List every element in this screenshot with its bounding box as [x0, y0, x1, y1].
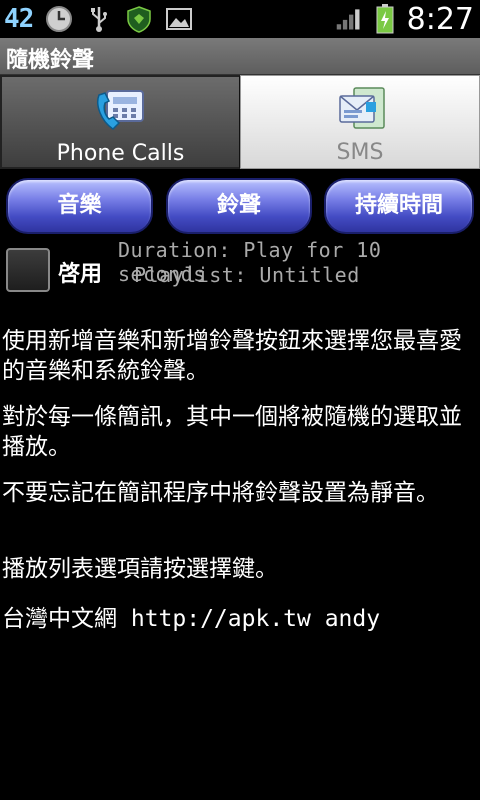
- playlist-info: Playlist: Untitled: [134, 263, 360, 287]
- tab-sms[interactable]: SMS: [240, 75, 480, 169]
- clock-icon: [45, 5, 73, 33]
- credit-text: 台灣中文網 http://apk.tw andy: [2, 606, 381, 632]
- instruction-paragraph: 播放列表選項請按選擇鍵。: [2, 556, 278, 582]
- instruction-paragraph: 使用新增音樂和新增鈴聲按鈕來選擇您最喜愛的音樂和系統鈴聲。: [2, 328, 462, 384]
- ringtone-button[interactable]: 鈴聲: [166, 178, 312, 234]
- title-bar: 隨機鈴聲: [0, 38, 480, 75]
- sms-icon: [332, 84, 388, 136]
- usb-icon: [85, 5, 113, 33]
- phone-icon: [93, 85, 149, 137]
- music-button[interactable]: 音樂: [6, 178, 153, 234]
- enable-label: 啓用: [58, 262, 103, 287]
- tab-bar: Phone Calls SMS: [0, 75, 480, 169]
- picture-icon: [165, 5, 193, 33]
- battery-charging-icon: [371, 4, 399, 34]
- notification-count: 42: [4, 4, 34, 34]
- app-title: 隨機鈴聲: [6, 48, 95, 73]
- tab-sms-label: SMS: [336, 140, 384, 165]
- instruction-paragraph: 不要忘記在簡訊程序中將鈴聲設置為靜音。: [2, 480, 439, 506]
- shield-app-icon: [125, 5, 153, 33]
- status-bar: 42 8:27: [0, 0, 480, 38]
- instruction-paragraph: 對於每一條簡訊，其中一個將被隨機的選取並播放。: [2, 404, 462, 460]
- signal-icon: [335, 5, 363, 33]
- clock-time: 8:27: [406, 1, 474, 37]
- duration-button[interactable]: 持續時間: [324, 178, 474, 234]
- tab-phone-calls-label: Phone Calls: [56, 141, 185, 166]
- enable-checkbox[interactable]: [6, 248, 50, 292]
- tab-phone-calls[interactable]: Phone Calls: [0, 75, 240, 169]
